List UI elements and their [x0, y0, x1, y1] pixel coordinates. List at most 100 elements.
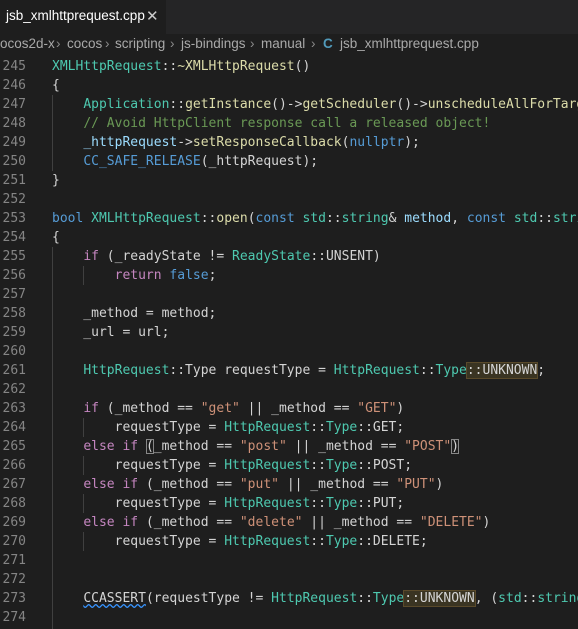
code-token: (: [247, 211, 256, 226]
code-line[interactable]: 252: [0, 190, 578, 209]
code-line[interactable]: 246 {: [0, 76, 578, 95]
code-line[interactable]: 257: [0, 285, 578, 304]
code-line[interactable]: 251}: [0, 171, 578, 190]
code-line[interactable]: 265 else if (_method == "post" || _metho…: [0, 437, 578, 456]
code-editor[interactable]: 245 XMLHttpRequest::~XMLHttpRequest() 246{…: [0, 57, 578, 629]
code-token: else if: [83, 515, 146, 530]
breadcrumb-item-cocos[interactable]: cocos: [67, 36, 102, 51]
breadcrumb-item-file[interactable]: jsb_xmlhttprequest.cpp: [340, 36, 479, 51]
code-token: (_method ==: [98, 401, 201, 416]
code-token: else if: [83, 477, 146, 492]
code-token: ::: [357, 591, 373, 606]
code-token: std: [498, 591, 522, 606]
code-line[interactable]: 264 requestType = HttpRequest::Type::GET…: [0, 418, 578, 437]
code-line[interactable]: 247 Application::getInstance()->getSched…: [0, 95, 578, 114]
code-line[interactable]: 269 else if (_method == "delete" || _met…: [0, 513, 578, 532]
code-line[interactable]: 255 if (_readyState != ReadyState::UNSEN…: [0, 247, 578, 266]
code-token: false: [169, 268, 209, 283]
code-line[interactable]: 259 _url = url;: [0, 323, 578, 342]
code-token: HttpRequest: [224, 534, 311, 549]
code-token: }: [52, 173, 60, 188]
breadcrumb-separator: ›: [105, 36, 110, 51]
code-token: "get": [200, 401, 240, 416]
code-line[interactable]: 250 CC_SAFE_RELEASE(_httpRequest);: [0, 152, 578, 171]
code-token: );: [404, 135, 420, 150]
code-line[interactable]: 272: [0, 570, 578, 589]
breadcrumb-separator: ›: [250, 36, 255, 51]
cpp-file-icon: C: [323, 36, 333, 51]
line-code: HttpRequest::Type requestType = HttpRequ…: [52, 361, 545, 380]
code-token: || _method ==: [239, 401, 358, 416]
line-number: 247: [2, 97, 26, 112]
code-line[interactable]: 256 return false;: [0, 266, 578, 285]
code-line[interactable]: 258 _method = method;: [0, 304, 578, 323]
line-number: 257: [2, 287, 26, 302]
code-token: HttpRequest: [224, 420, 311, 435]
code-line[interactable]: 274: [0, 608, 578, 627]
code-line[interactable]: 267 else if (_method == "put" || _method…: [0, 475, 578, 494]
line-code: XMLHttpRequest::~XMLHttpRequest(): [52, 57, 310, 76]
breadcrumb-item-cocos2d-x[interactable]: ocos2d-x: [0, 36, 55, 51]
code-token: setResponseCallback: [192, 135, 342, 150]
code-token: ): [396, 401, 405, 416]
code-line[interactable]: 260: [0, 342, 578, 361]
code-token: requestType =: [52, 458, 225, 473]
code-token: ::UNSENT): [310, 249, 381, 264]
code-line[interactable]: 245 XMLHttpRequest::~XMLHttpRequest(): [0, 57, 578, 76]
line-number: 248: [2, 116, 26, 131]
code-line[interactable]: 261 HttpRequest::Type requestType = Http…: [0, 361, 578, 380]
code-line[interactable]: 248 // Avoid HttpClient response call a …: [0, 114, 578, 133]
tab-jsb-xmlhttprequest[interactable]: jsb_xmlhttprequest.cpp ✕: [0, 0, 166, 34]
line-number: 265: [2, 439, 26, 454]
code-line[interactable]: 271: [0, 551, 578, 570]
line-code: _url = url;: [52, 323, 169, 342]
line-code: requestType = HttpRequest::Type::PUT;: [52, 494, 405, 513]
breadcrumb-item-manual[interactable]: manual: [261, 36, 305, 51]
line-number: 256: [2, 268, 26, 283]
line-number: 273: [2, 591, 26, 606]
code-line[interactable]: 249 _httpRequest->setResponseCallback(nu…: [0, 133, 578, 152]
code-token: unscheduleAllForTarge: [427, 97, 578, 112]
code-line[interactable]: 263 if (_method == "get" || _method == "…: [0, 399, 578, 418]
code-token: ::Type requestType =: [169, 363, 334, 378]
tab-label: jsb_xmlhttprequest.cpp: [6, 8, 145, 23]
code-token: ::: [419, 363, 436, 378]
code-token: ;: [208, 268, 217, 283]
line-number: 253: [2, 211, 26, 226]
code-line[interactable]: 254 {: [0, 228, 578, 247]
line-number: 251: [2, 173, 26, 188]
line-number: 269: [2, 515, 26, 530]
code-token: if: [83, 249, 99, 264]
code-token: "delete": [239, 515, 303, 530]
code-line[interactable]: 266 requestType = HttpRequest::Type::POS…: [0, 456, 578, 475]
code-line[interactable]: 268 requestType = HttpRequest::Type::PUT…: [0, 494, 578, 513]
breadcrumb-item-js-bindings[interactable]: js-bindings: [181, 36, 246, 51]
close-icon[interactable]: ✕: [146, 7, 159, 25]
code-token: "post": [239, 439, 287, 454]
line-number: 272: [2, 572, 26, 587]
code-token: "put": [239, 477, 279, 492]
code-line[interactable]: 253 bool XMLHttpRequest::open(const std::…: [0, 209, 578, 228]
breadcrumb-item-scripting[interactable]: scripting: [115, 36, 165, 51]
code-token: ::: [537, 211, 553, 226]
code-token: _method = method;: [52, 306, 217, 321]
line-number: 274: [2, 610, 26, 625]
code-line[interactable]: 262: [0, 380, 578, 399]
breadcrumb-separator: ›: [170, 36, 175, 51]
code-token: || _method ==: [286, 439, 405, 454]
code-token: HttpRequest: [83, 363, 170, 378]
code-token: ::: [310, 420, 326, 435]
line-number: 263: [2, 401, 26, 416]
line-number: 252: [2, 192, 26, 207]
code-token: ::UNKNOWN: [465, 362, 539, 379]
line-code: else if (_method == "post" || _method ==…: [52, 437, 460, 456]
line-number: 260: [2, 344, 26, 359]
code-token: stringe: [537, 591, 578, 606]
code-line[interactable]: 270 requestType = HttpRequest::Type::DEL…: [0, 532, 578, 551]
code-line[interactable]: 273 CCASSERT(requestType != HttpRequest:…: [0, 589, 578, 608]
code-token: ,: [451, 211, 467, 226]
